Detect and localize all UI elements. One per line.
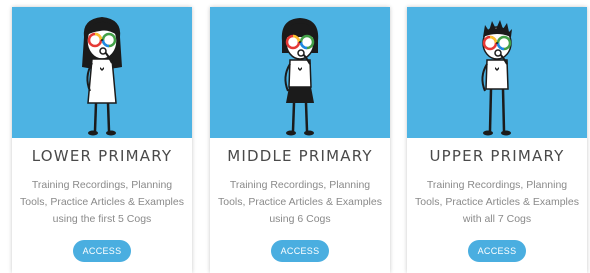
card-hero	[12, 7, 192, 138]
girl-long-hair-rainbow-glasses-icon	[82, 17, 122, 136]
card-title: MIDDLE PRIMARY	[227, 147, 373, 165]
boy-spiky-hair-rainbow-glasses-icon	[481, 20, 512, 136]
card-middle-primary: MIDDLE PRIMARY Training Recordings, Plan…	[210, 7, 390, 273]
card-description: Training Recordings, Planning Tools, Pra…	[20, 179, 184, 225]
card-title: LOWER PRIMARY	[31, 147, 173, 165]
access-button[interactable]: ACCESS	[468, 240, 526, 262]
card-title: UPPER PRIMARY	[429, 147, 565, 165]
girl-bob-hair-rainbow-glasses-icon	[281, 18, 319, 136]
card-upper-primary: UPPER PRIMARY Training Recordings, Plann…	[407, 7, 587, 273]
card-hero	[210, 7, 390, 138]
card-description: Training Recordings, Planning Tools, Pra…	[218, 179, 382, 225]
access-button[interactable]: ACCESS	[271, 240, 329, 262]
card-description: Training Recordings, Planning Tools, Pra…	[415, 179, 579, 225]
card-hero	[407, 7, 587, 138]
access-button[interactable]: ACCESS	[73, 240, 131, 262]
card-lower-primary: LOWER PRIMARY Training Recordings, Plann…	[12, 7, 192, 273]
